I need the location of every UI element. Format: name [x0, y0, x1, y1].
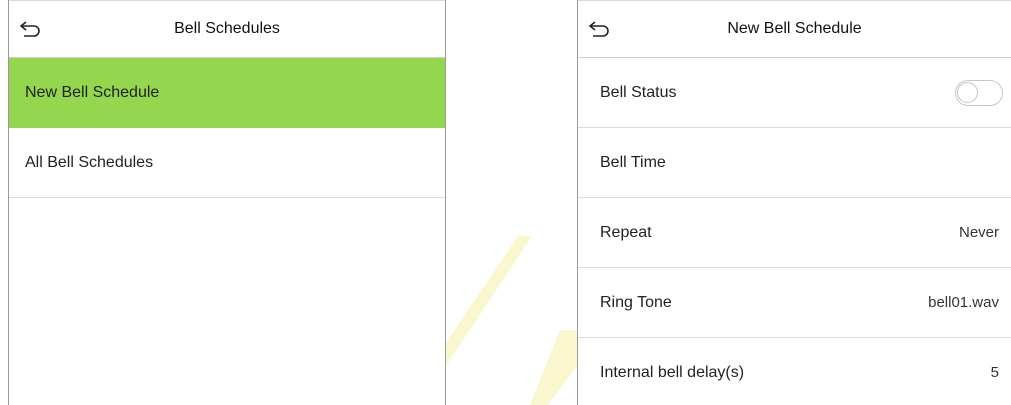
page-title: Bell Schedules — [174, 20, 280, 37]
internal-bell-delay-value: 5 — [990, 364, 999, 381]
menu-item-new-bell-schedule[interactable]: New Bell Schedule — [9, 58, 445, 128]
toggle-knob — [957, 81, 978, 103]
menu-item-label: New Bell Schedule — [25, 83, 160, 101]
bell-status-toggle[interactable] — [955, 79, 1003, 106]
bell-time-label: Bell Time — [600, 153, 666, 171]
repeat-row[interactable]: Repeat Never — [578, 198, 1011, 268]
new-bell-schedule-header: New Bell Schedule — [578, 0, 1011, 58]
ring-tone-label: Ring Tone — [600, 293, 672, 311]
bell-status-row[interactable]: Bell Status — [578, 58, 1011, 128]
ring-tone-value: bell01.wav — [928, 294, 999, 311]
repeat-label: Repeat — [600, 223, 652, 241]
menu-item-label: All Bell Schedules — [25, 153, 154, 171]
bell-schedules-header: Bell Schedules — [9, 0, 445, 58]
bell-status-label: Bell Status — [600, 83, 677, 101]
repeat-value: Never — [958, 224, 999, 241]
back-arrow-icon[interactable] — [17, 18, 43, 42]
bell-schedules-screen: Bell Schedules New Bell Schedule All Bel… — [8, 0, 446, 405]
new-bell-schedule-screen: New Bell Schedule Bell Status Bell Time … — [577, 0, 1011, 405]
bell-time-row[interactable]: Bell Time — [578, 128, 1011, 198]
ring-tone-row[interactable]: Ring Tone bell01.wav — [578, 268, 1011, 338]
menu-item-all-bell-schedules[interactable]: All Bell Schedules — [9, 128, 445, 198]
internal-bell-delay-label: Internal bell delay(s) — [600, 363, 745, 381]
back-arrow-icon[interactable] — [586, 18, 612, 42]
internal-bell-delay-row[interactable]: Internal bell delay(s) 5 — [578, 338, 1011, 405]
page-title: New Bell Schedule — [727, 20, 862, 37]
